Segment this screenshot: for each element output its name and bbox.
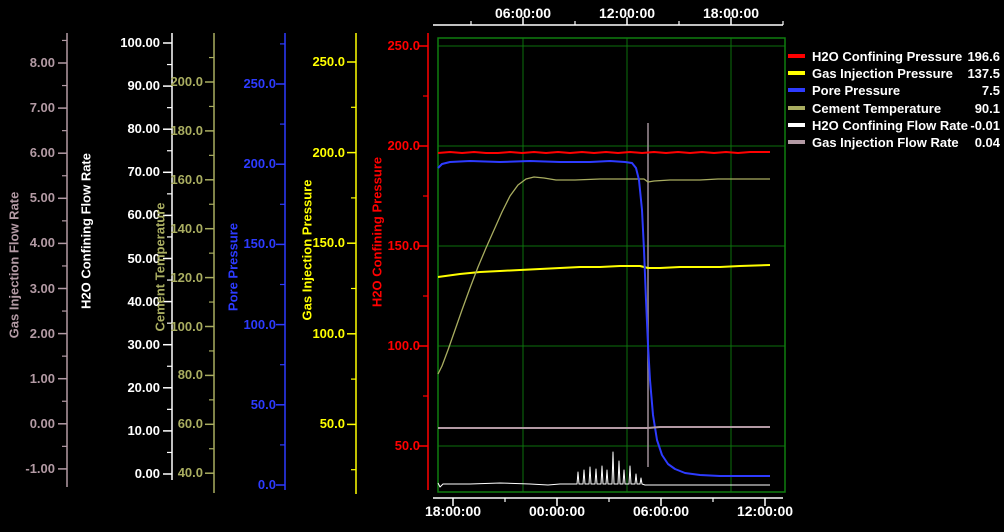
- gas-injection-flow-rate-curve: [438, 427, 770, 428]
- h2o-confining-flow-rate-curve: [438, 452, 770, 487]
- chart-plot-area: [0, 0, 1004, 532]
- cement-temperature-curve: [438, 177, 770, 374]
- gas-injection-pressure-curve: [438, 265, 770, 277]
- h2o-confining-pressure-curve: [438, 152, 770, 153]
- strip-chart-window: 8.007.006.005.004.003.002.001.000.00-1.0…: [0, 0, 1004, 532]
- plot-border: [438, 38, 785, 492]
